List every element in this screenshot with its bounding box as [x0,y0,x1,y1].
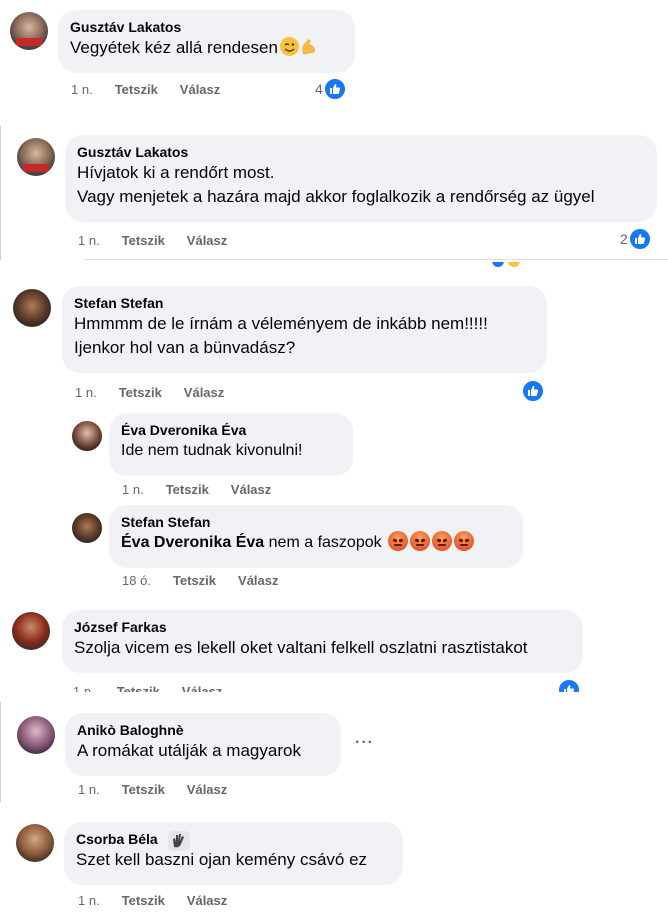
like-button[interactable]: Tetszik [173,573,216,588]
like-button[interactable]: Tetszik [122,233,165,248]
comment-text: Vegyétek kéz allá rendesen [70,36,343,60]
comment-segment: József Farkas Szolja vicem es lekell oke… [0,600,668,692]
comment-author[interactable]: Stefan Stefan [74,294,535,312]
comment-text: Ide nem tudnak kivonulni! [121,442,303,459]
comment-segment: Gusztáv Lakatos Hívjatok ki a rendőrt mo… [0,126,668,260]
mention-link[interactable]: Éva Dveronika Éva [121,534,264,551]
reply-button[interactable]: Válasz [231,482,271,497]
comment-author[interactable]: Éva Dveronika Éva [121,421,341,439]
like-icon [322,77,347,101]
like-button[interactable]: Tetszik [115,82,158,97]
comment-actions: 18 ó. Tetszik Válasz [122,573,301,588]
comment-text: Éva Dveronika Éva nem a faszopok [121,531,511,555]
reply-button[interactable]: Válasz [180,82,220,97]
comment-timestamp[interactable]: 1 n. [122,482,144,497]
comment-text: Szolja vicem es lekell oket valtani felk… [74,638,528,657]
like-icon [627,227,652,251]
comment-timestamp[interactable]: 1 n. [73,684,95,692]
comment-timestamp[interactable]: 18 ó. [122,573,151,588]
angry-face-icon [410,531,431,551]
comment-author[interactable]: Anikò Baloghnè [77,721,329,739]
more-options-button[interactable]: ··· [355,734,374,752]
comment-bubble: József Farkas Szolja vicem es lekell oke… [62,610,583,673]
like-button[interactable]: Tetszik [119,385,162,400]
comment-timestamp[interactable]: 1 n. [78,782,100,797]
reply-button[interactable]: Válasz [182,684,222,692]
angry-face-icon [388,531,409,551]
reply-button[interactable]: Válasz [238,573,278,588]
flexed-biceps-icon [299,37,318,56]
avatar[interactable] [10,12,48,50]
comment-timestamp[interactable]: 1 n. [78,233,100,248]
comment-segment: Anikò Baloghnè A romákat utálják a magya… [0,702,668,802]
reaction-count[interactable] [557,678,581,692]
reaction-count[interactable]: 4 [315,77,347,101]
avatar[interactable] [72,513,102,543]
thread-line [0,126,1,260]
divider [84,259,668,260]
comment-bubble: Gusztáv Lakatos Vegyétek kéz allá rendes… [58,10,355,73]
comment-actions: 1 n. Tetszik Válasz [78,782,249,797]
comment-actions: 1 n. Tetszik Válasz [75,385,246,400]
like-button[interactable]: Tetszik [117,684,160,692]
reply-button[interactable]: Válasz [187,233,227,248]
comment-actions: 1 n. Tetszik Válasz [78,233,249,248]
like-icon [492,262,504,267]
comment-author[interactable]: Gusztáv Lakatos [70,18,343,36]
comment-timestamp[interactable]: 1 n. [78,893,100,908]
comment-bubble: Csorba Béla Szet kell baszni ojan kemény… [64,822,403,885]
comment-text: Szet kell baszni ojan kemény csávó ez [76,850,368,869]
like-button[interactable]: Tetszik [122,782,165,797]
comment-actions: 1 n. Tetszik Válasz [71,82,242,97]
comment-timestamp[interactable]: 1 n. [71,82,93,97]
reply-button[interactable]: Válasz [187,782,227,797]
comment-text: Vagy menjetek a hazára majd akkor foglal… [77,187,595,206]
avatar[interactable] [12,612,50,650]
comment-text: Hmmmm de le írnám a véleményem de inkább… [74,314,488,333]
like-button[interactable]: Tetszik [122,893,165,908]
comment-text: A romákat utálják a magyarok [77,741,301,760]
avatar[interactable] [17,138,55,176]
wink-smile-icon [279,37,299,56]
avatar[interactable] [16,824,54,862]
comment-segment: Csorba Béla Szet kell baszni ojan kemény… [0,812,668,922]
comment-bubble: Gusztáv Lakatos Hívjatok ki a rendőrt mo… [65,135,657,222]
comment-author[interactable]: Stefan Stefan [121,513,511,531]
comment-text: Hívjatok ki a rendőrt most. [77,163,275,182]
like-button[interactable]: Tetszik [166,482,209,497]
like-icon [521,379,545,403]
thread-line [0,702,1,802]
clapping-hands-icon [168,831,190,851]
comment-author[interactable]: Gusztáv Lakatos [77,143,645,161]
avatar[interactable] [17,716,55,754]
comment-author[interactable]: József Farkas [74,618,571,636]
reply-bubble: Éva Dveronika Éva Ide nem tudnak kivonul… [109,413,353,476]
reaction-count[interactable] [521,379,545,403]
avatar[interactable] [13,289,51,327]
comment-actions: 1 n. Tetszik Válasz [73,684,244,692]
reaction-count[interactable]: 2 [620,227,652,251]
comment-timestamp[interactable]: 1 n. [75,385,97,400]
like-icon [557,678,581,692]
comment-segment: Stefan Stefan Hmmmm de le írnám a vélemé… [0,262,668,597]
comment-bubble: Anikò Baloghnè A romákat utálják a magya… [65,713,341,776]
comment-segment: Gusztáv Lakatos Vegyétek kéz allá rendes… [0,0,668,112]
haha-icon [508,262,520,267]
avatar[interactable] [72,421,102,451]
comment-actions: 1 n. Tetszik Válasz [122,482,293,497]
angry-face-icon [432,531,453,551]
reply-button[interactable]: Válasz [187,893,227,908]
reply-button[interactable]: Válasz [184,385,224,400]
comment-author[interactable]: Csorba Béla [76,830,391,848]
comment-actions: 1 n. Tetszik Válasz [78,893,249,908]
comment-bubble: Stefan Stefan Hmmmm de le írnám a vélemé… [62,286,547,373]
comment-text: Ijenkor hol van a bünvadász? [74,338,296,357]
angry-face-icon [454,531,475,551]
reply-bubble: Stefan Stefan Éva Dveronika Éva nem a fa… [109,505,523,568]
